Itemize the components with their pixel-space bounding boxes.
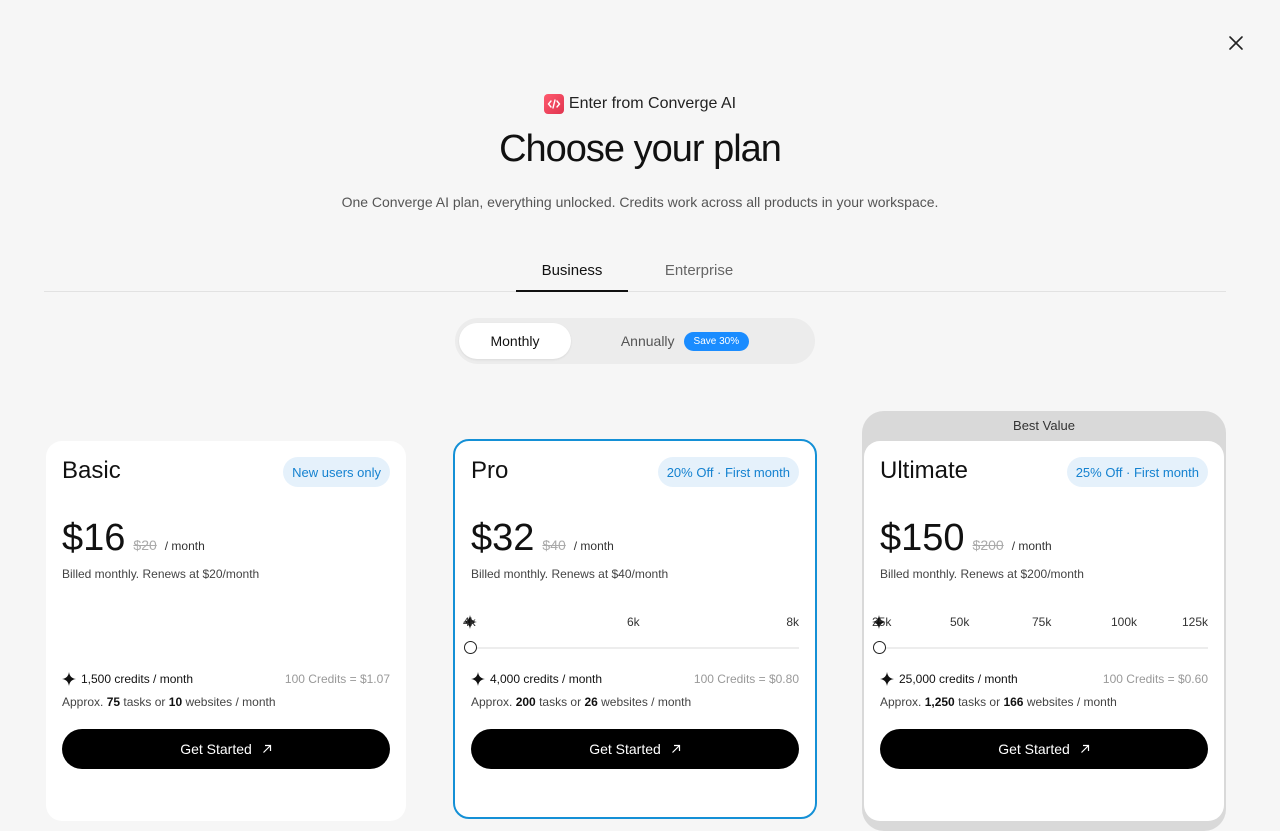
price: $150 <box>880 517 965 559</box>
price-row: $150 $200 / month <box>880 517 1052 560</box>
converge-logo-icon <box>543 94 564 114</box>
price-row: $32 $40 / month <box>471 517 614 560</box>
tab-enterprise[interactable]: Enterprise <box>644 250 754 290</box>
tasks-sep: tasks or <box>123 695 166 709</box>
slider-tick: 6k <box>627 615 640 629</box>
close-button[interactable] <box>1224 31 1248 55</box>
slider-tick: 8k <box>786 615 799 629</box>
credits-row: 4,000 credits / month 100 Credits = $0.8… <box>471 672 799 688</box>
credits-amount: 25,000 credits / month <box>899 672 1018 686</box>
websites-count: 26 <box>584 695 598 709</box>
billing-note: Billed monthly. Renews at $40/month <box>471 567 669 581</box>
websites-count: 10 <box>168 695 183 709</box>
price-period: / month <box>573 539 614 553</box>
price-row: $16 $20 / month <box>62 517 205 560</box>
credit-slider-labels: 25k 50k 75k 100k 125k <box>872 615 1208 631</box>
slider-tick: 4k <box>463 615 477 629</box>
price-period: / month <box>164 539 205 553</box>
websites-suffix: websites / month <box>185 695 276 709</box>
sparkle-icon <box>880 672 894 686</box>
plan-badge: 25% Off · First month <box>1066 457 1208 487</box>
credit-rate: 100 Credits = $0.60 <box>1102 672 1208 686</box>
tasks-count: 1,250 <box>924 695 955 709</box>
price: $16 <box>62 517 126 559</box>
credits-amount: 4,000 credits / month <box>490 672 603 686</box>
credits-amount: 1,500 credits / month <box>81 672 194 686</box>
approx-usage: Approx. 200 tasks or 26 websites / month <box>471 695 691 709</box>
slider-tick: 25k <box>872 615 892 629</box>
websites-count: 166 <box>1003 695 1024 709</box>
plan-badge: New users only <box>283 457 390 487</box>
price-period: / month <box>1011 539 1052 553</box>
old-price: $20 <box>133 537 157 553</box>
best-value-label: Best Value <box>1013 418 1075 433</box>
tasks-count: 200 <box>515 695 536 709</box>
credit-rate: 100 Credits = $0.80 <box>693 672 799 686</box>
annually-label: Annually <box>620 333 675 349</box>
get-started-button[interactable]: Get Started <box>471 729 799 769</box>
slider-handle[interactable] <box>873 641 886 654</box>
get-started-button[interactable]: Get Started <box>62 729 390 769</box>
tasks-sep: tasks or <box>958 695 1001 709</box>
save-badge: Save 30% <box>683 331 750 351</box>
billing-note: Billed monthly. Renews at $20/month <box>62 567 260 581</box>
price: $32 <box>471 517 535 559</box>
arrow-up-right-icon <box>1080 744 1089 753</box>
plan-name: Pro <box>471 457 509 484</box>
credit-slider[interactable] <box>873 641 1208 654</box>
slider-handle[interactable] <box>464 641 477 654</box>
page-title: Choose your plan <box>499 128 782 170</box>
credit-slider[interactable] <box>464 641 799 654</box>
credit-rate: 100 Credits = $1.07 <box>284 672 390 686</box>
old-price: $40 <box>542 537 566 553</box>
sparkle-icon <box>471 672 485 686</box>
monthly-option[interactable]: Monthly <box>459 323 571 359</box>
approx-prefix: Approx. <box>62 695 104 709</box>
cta-label: Get Started <box>998 741 1070 757</box>
credits-row: 25,000 credits / month 100 Credits = $0.… <box>880 672 1208 688</box>
approx-usage: Approx. 75 tasks or 10 websites / month <box>62 695 276 709</box>
get-started-button[interactable]: Get Started <box>880 729 1208 769</box>
arrow-up-right-icon <box>671 744 680 753</box>
brand-text: Enter from Converge AI <box>568 95 737 112</box>
plan-card-basic: Basic New users only $16 $20 / month Bil… <box>46 441 406 821</box>
approx-prefix: Approx. <box>880 695 922 709</box>
tasks-sep: tasks or <box>539 695 582 709</box>
websites-suffix: websites / month <box>1026 695 1117 709</box>
websites-suffix: websites / month <box>601 695 692 709</box>
slider-tick: 125k <box>1181 615 1208 629</box>
slider-tick: 50k <box>950 615 970 629</box>
plan-card-ultimate: Ultimate 25% Off · First month $150 $200… <box>864 441 1224 821</box>
annually-option[interactable]: Annually Save 30% <box>605 323 765 359</box>
slider-tick: 75k <box>1032 615 1052 629</box>
brand: Enter from Converge AI <box>0 94 1280 114</box>
plan-name: Ultimate <box>880 457 969 484</box>
credit-slider-labels: 4k 6k 8k <box>463 615 799 631</box>
old-price: $200 <box>972 537 1004 553</box>
tab-business[interactable]: Business <box>516 250 628 292</box>
billing-note: Billed monthly. Renews at $200/month <box>880 567 1084 581</box>
plan-badge: 20% Off · First month <box>657 457 799 487</box>
page-subtitle: One Converge AI plan, everything unlocke… <box>341 194 939 210</box>
arrow-up-right-icon <box>262 744 271 753</box>
sparkle-icon <box>62 672 76 686</box>
slider-tick: 100k <box>1111 615 1138 629</box>
approx-prefix: Approx. <box>471 695 513 709</box>
cta-label: Get Started <box>180 741 252 757</box>
credits-row: 1,500 credits / month 100 Credits = $1.0… <box>62 672 390 688</box>
cta-label: Get Started <box>589 741 661 757</box>
plan-type-tabs: Business Enterprise <box>44 250 1226 292</box>
plan-card-pro: Pro 20% Off · First month $32 $40 / mont… <box>453 439 817 819</box>
close-icon <box>1229 36 1243 50</box>
billing-period-toggle: Monthly Annually Save 30% <box>455 318 815 364</box>
approx-usage: Approx. 1,250 tasks or 166 websites / mo… <box>880 695 1117 709</box>
tasks-count: 75 <box>106 695 121 709</box>
plan-name: Basic <box>62 457 121 484</box>
